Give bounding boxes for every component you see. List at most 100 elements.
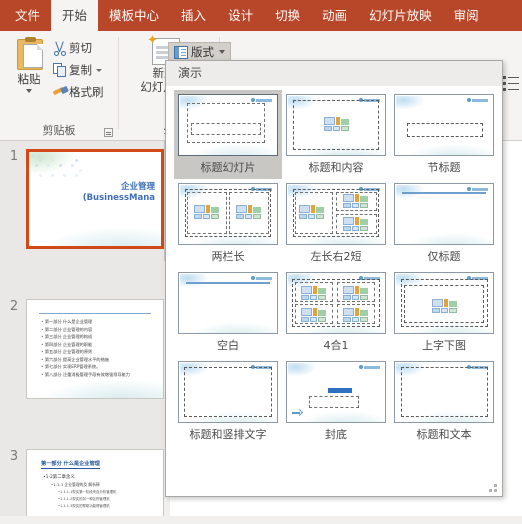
decoration-wave: [27, 376, 163, 398]
format-painter-button[interactable]: 格式刷: [52, 81, 116, 103]
slide-bullet: 第二部分 企业管理的内容: [41, 326, 161, 334]
layout-option-label: 标题和内容: [284, 159, 388, 175]
layout-option-label: 标题和文本: [392, 426, 496, 442]
brand-logo-icon: [359, 365, 381, 369]
clipboard-commands: 剪切 复制 格式刷: [52, 37, 116, 103]
slide-bullet: 第三部分 企业管理的构成: [41, 333, 161, 341]
layout-label: 版式: [191, 44, 214, 60]
layout-option-text-top-image-bottom[interactable]: 上字下图: [390, 268, 498, 357]
ribbon-tab-6[interactable]: 动画: [311, 0, 358, 31]
gallery-row: 标题幻灯片 标题和内容 节标题: [174, 90, 502, 179]
layout-option-label: 4合1: [284, 337, 388, 353]
chevron-down-icon[interactable]: [219, 50, 225, 54]
layout-preview-text-top-image-bottom: [394, 272, 494, 334]
slide-sub-line: 1-1-1 企业管理的及 解析释: [51, 482, 100, 488]
scissors-icon: [52, 40, 69, 56]
slide-line-text: 1-2第二章含义: [43, 474, 75, 480]
gallery-section-header: 演示: [166, 61, 502, 86]
ribbon-tab-7[interactable]: 幻灯片放映: [358, 0, 443, 31]
layout-preview-four-in-one: [286, 272, 386, 334]
ribbon-tab-0[interactable]: 文件: [4, 0, 51, 31]
layout-option-four-in-one[interactable]: 4合1: [282, 268, 390, 357]
slide-title-text: 企业管理 (BusinessMana: [83, 182, 155, 204]
brand-logo-icon: [467, 187, 489, 191]
layout-preview-title-vertical-text: [178, 361, 278, 423]
layout-preview-title-only: [394, 183, 494, 245]
format-painter-label: 格式刷: [69, 84, 104, 100]
layout-icon: [174, 46, 188, 59]
slide-thumbnail-image[interactable]: 企业管理 (BusinessMana: [26, 149, 164, 249]
layout-option-back-cover[interactable]: 封底: [282, 357, 390, 446]
slide-number: 2: [6, 299, 22, 314]
clipboard-group-label: 剪贴板: [0, 122, 118, 138]
layout-preview-title-text: [394, 361, 494, 423]
layout-option-title-only[interactable]: 仅标题: [390, 179, 498, 268]
layout-option-label: 左长右2短: [284, 248, 388, 264]
slide-bullet: 第五部分 企业管理的原则: [41, 348, 161, 356]
gallery-row: 标题和竖排文字 封底 标题和文本: [174, 357, 502, 446]
ribbon-tab-2[interactable]: 模板中心: [98, 0, 170, 31]
gallery-row: 两栏长 左长右2短 仅标题: [174, 179, 502, 268]
title-rule: [39, 313, 151, 314]
clipboard-dialog-launcher[interactable]: [104, 128, 113, 137]
ribbon-tab-4[interactable]: 设计: [217, 0, 264, 31]
paste-label: 粘贴: [6, 71, 52, 87]
format-painter-icon: [52, 84, 69, 100]
layout-preview-blank: [178, 272, 278, 334]
resize-grip-icon[interactable]: [489, 484, 498, 493]
brand-logo-icon: [251, 98, 273, 102]
slide-bullet: 第一部分 什么是企业管理: [41, 318, 161, 326]
layout-option-title-content[interactable]: 标题和内容: [282, 90, 390, 179]
slide-thumbnail-panel[interactable]: 1 企业管理 (BusinessMana 2 第一部分 什么是企业管理第二部分 …: [0, 141, 170, 524]
chevron-down-icon[interactable]: [26, 89, 32, 93]
layout-option-label: 上字下图: [392, 337, 496, 353]
ribbon-tabs: 文件 开始 模板中心 插入 设计 切换 动画 幻灯片放映 审阅: [0, 0, 522, 31]
slide-sub-line: 1-1-1-1现实第一阶段来自分析管理机: [58, 489, 116, 494]
slide-bullet: 第七部分 实现ERP管理系统。: [41, 363, 161, 371]
layout-option-label: 节标题: [392, 159, 496, 175]
ribbon-tab-3[interactable]: 插入: [170, 0, 217, 31]
layout-option-left-long-right-two[interactable]: 左长右2短: [282, 179, 390, 268]
layout-option-title-vertical-text[interactable]: 标题和竖排文字: [174, 357, 282, 446]
layout-option-section-header[interactable]: 节标题: [390, 90, 498, 179]
ribbon-tab-1[interactable]: 开始: [51, 0, 98, 31]
slide-thumbnail-image[interactable]: 第一部分 什么是企业管理第二部分 企业管理的内容第三部分 企业管理的构成第四部分…: [26, 299, 164, 399]
slide-sub-line: 1-1-1-3现实的帮助功能得管理机: [58, 503, 110, 508]
layout-preview-left-long-right-two: [286, 183, 386, 245]
layout-preview-two-column: [178, 183, 278, 245]
slide-thumbnail-image[interactable]: 第一部分 什么是企业管理 1-2第二章含义 1-1-1 企业管理的及 解析释1-…: [26, 449, 164, 524]
slide-bullet: 第八部分 注重消极管理手段有效增强领导能力: [41, 371, 161, 379]
layout-option-title-text[interactable]: 标题和文本: [390, 357, 498, 446]
decoration-wave: [29, 224, 161, 246]
slide-bullet-list: 第一部分 什么是企业管理第二部分 企业管理的内容第三部分 企业管理的构成第四部分…: [41, 318, 161, 378]
brand-logo-icon: [467, 98, 489, 102]
layout-option-label: 空白: [176, 337, 280, 353]
paste-icon: [14, 36, 44, 70]
layout-option-title-slide[interactable]: 标题幻灯片: [174, 90, 282, 179]
copy-dropdown-icon[interactable]: [96, 69, 102, 72]
ribbon-tab-8[interactable]: 审阅: [443, 0, 490, 31]
bullets-icon[interactable]: [503, 74, 520, 92]
copy-label: 复制: [69, 62, 92, 78]
layout-option-label: 两栏长: [176, 248, 280, 264]
layout-preview-title-slide: [178, 94, 278, 156]
layout-gallery-dropdown[interactable]: 演示 标题幻灯片 标题和内容 节标题 两栏长 左长右2短 仅标题 空白 4合1 上字下图 标题和竖…: [165, 60, 503, 497]
layout-option-label: 封底: [284, 426, 388, 442]
paste-button[interactable]: 粘贴: [6, 36, 52, 93]
gallery-grid: 标题幻灯片 标题和内容 节标题 两栏长 左长右2短 仅标题 空白 4合1 上字下图 标题和竖排文字…: [166, 86, 502, 446]
layout-option-blank[interactable]: 空白: [174, 268, 282, 357]
layout-option-two-column[interactable]: 两栏长: [174, 179, 282, 268]
cut-button[interactable]: 剪切: [52, 37, 116, 59]
copy-icon: [52, 62, 69, 78]
ribbon-tab-5[interactable]: 切换: [264, 0, 311, 31]
slide-bullet: 第六部分 提高企业管理水平的措施: [41, 356, 161, 364]
slide-number: 3: [6, 449, 22, 464]
layout-preview-section-header: [394, 94, 494, 156]
layout-option-label: 标题和竖排文字: [176, 426, 280, 442]
slide-bullet: 第四部分 企业管理的职能: [41, 341, 161, 349]
gallery-row: 空白 4合1 上字下图: [174, 268, 502, 357]
slide-heading-text: 第一部分 什么是企业管理: [41, 460, 100, 469]
layout-button[interactable]: 版式: [168, 42, 231, 62]
brand-logo-icon: [251, 276, 273, 280]
copy-button[interactable]: 复制: [52, 59, 116, 81]
